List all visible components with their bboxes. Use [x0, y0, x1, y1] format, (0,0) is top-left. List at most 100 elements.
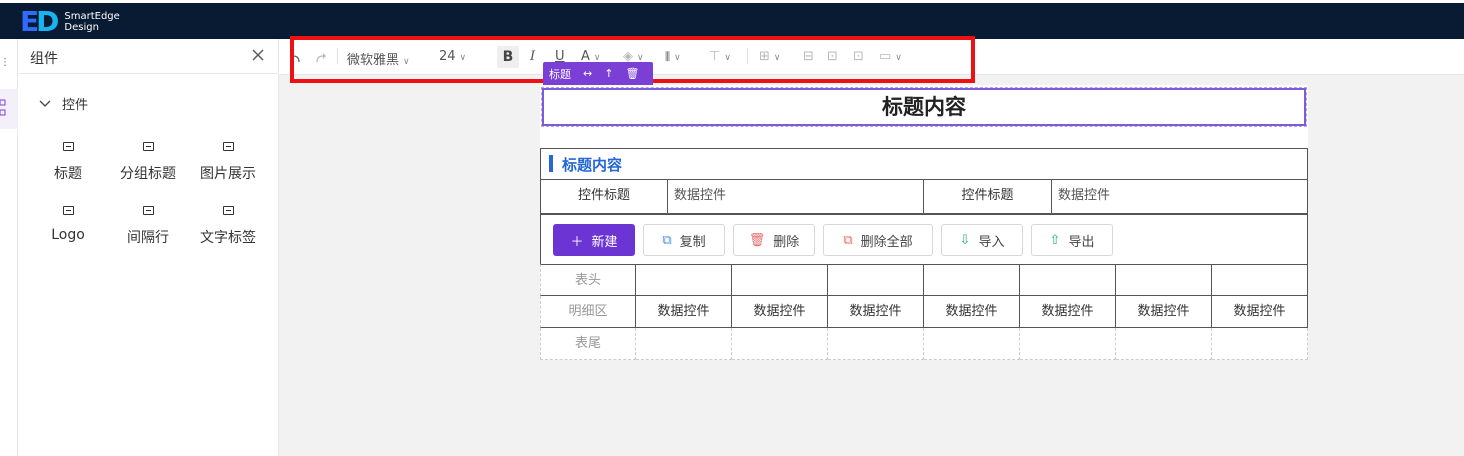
- widget-label: 标题: [54, 166, 82, 182]
- grid-cell[interactable]: [636, 328, 732, 360]
- font-family-select[interactable]: 微软雅黑 ∨: [347, 49, 410, 68]
- delete-all-button[interactable]: ⧉ 删除全部: [823, 224, 933, 256]
- font-size-value: 24: [439, 49, 456, 64]
- widget-logo[interactable]: Logo: [28, 206, 108, 243]
- insert-row-button[interactable]: ⊡: [853, 49, 864, 64]
- merge-cells-button[interactable]: ⊟: [803, 49, 814, 64]
- grid-cell[interactable]: [828, 328, 924, 360]
- grid-cell[interactable]: [732, 328, 828, 360]
- toolbar-divider: [337, 48, 338, 64]
- group-toggle[interactable]: 控件: [38, 94, 88, 113]
- import-label: 导入: [978, 234, 1005, 250]
- grid-cell[interactable]: [636, 264, 732, 296]
- delete-all-icon: ⧉: [843, 232, 853, 248]
- widget-label: 图片展示: [200, 166, 256, 182]
- selection-tag[interactable]: 标题 ↔ ↑ 🗑: [543, 62, 653, 85]
- section-header[interactable]: 标题内容: [540, 148, 1308, 180]
- widget-title[interactable]: 标题: [28, 142, 108, 183]
- chevron-down-icon: ∨: [895, 53, 902, 63]
- text-widget-icon: [62, 142, 74, 151]
- grid-cell[interactable]: 数据控件: [636, 296, 732, 328]
- merge-icon: ⊟: [803, 49, 814, 64]
- export-button[interactable]: ⇧ 导出: [1031, 224, 1113, 256]
- delete-label: 删除: [773, 234, 800, 250]
- grid-header-row: 表头: [540, 264, 1308, 296]
- grid-cell[interactable]: [1212, 328, 1308, 360]
- font-size-select[interactable]: 24 ∨: [439, 49, 466, 64]
- brand-sub: Design: [64, 22, 99, 33]
- grid-detail-row: 明细区 数据控件 数据控件 数据控件 数据控件 数据控件 数据控件 数据控件: [540, 296, 1308, 328]
- field-label[interactable]: 控件标题: [541, 180, 668, 213]
- grid-cell[interactable]: [828, 264, 924, 296]
- move-up-icon[interactable]: ↑: [604, 67, 613, 80]
- close-icon[interactable]: [250, 47, 266, 63]
- widget-spacer[interactable]: 间隔行: [108, 206, 188, 247]
- copy-button[interactable]: ⧉ 复制: [643, 224, 725, 256]
- align-select[interactable]: ⫼ ∨: [665, 49, 681, 64]
- trash-icon[interactable]: 🗑: [625, 67, 639, 80]
- border-select[interactable]: ⊞ ∨: [759, 49, 781, 64]
- text-widget-icon: [222, 142, 234, 151]
- grid-cell[interactable]: [1116, 264, 1212, 296]
- title-block[interactable]: 标题内容: [541, 87, 1307, 127]
- new-button[interactable]: ＋ 新建: [553, 224, 635, 256]
- field-row: 控件标题 数据控件 控件标题 数据控件: [540, 180, 1308, 214]
- left-rail: ⋮: [0, 39, 18, 456]
- grid-footer-row: 表尾: [540, 328, 1308, 360]
- grid-cell[interactable]: [1020, 264, 1116, 296]
- export-icon: ⇧: [1049, 232, 1061, 248]
- border-icon: ⊞: [759, 49, 770, 64]
- rail-components-icon[interactable]: [0, 89, 18, 129]
- grid-cell[interactable]: [732, 264, 828, 296]
- grid-cell[interactable]: [1020, 328, 1116, 360]
- chevron-down-icon: ∨: [724, 53, 731, 63]
- split-icon: ⊡: [827, 49, 838, 64]
- brand-logo[interactable]: ED SmartEdge Design: [20, 8, 120, 36]
- grid-cell[interactable]: 数据控件: [1116, 296, 1212, 328]
- grid-cell[interactable]: 数据控件: [732, 296, 828, 328]
- widget-image[interactable]: 图片展示: [188, 142, 268, 183]
- align-center-icon: ⫼: [665, 50, 671, 63]
- grid-cell[interactable]: 数据控件: [828, 296, 924, 328]
- grid-cell[interactable]: [924, 328, 1020, 360]
- font-family-value: 微软雅黑: [347, 53, 400, 68]
- widget-label: Logo: [51, 227, 85, 243]
- chevron-down-icon: ∨: [674, 53, 681, 63]
- split-cells-button[interactable]: ⊡: [827, 49, 838, 64]
- grid-cell[interactable]: [1116, 328, 1212, 360]
- grid-cell[interactable]: [924, 264, 1020, 296]
- row-icon: ⊡: [853, 49, 864, 64]
- vertical-align-select[interactable]: ⊤ ∨: [709, 49, 731, 64]
- delete-button[interactable]: 🗑 删除: [733, 224, 815, 256]
- redo-icon[interactable]: [315, 52, 327, 64]
- widget-group-title[interactable]: 分组标题: [108, 142, 188, 183]
- grid-cell[interactable]: 数据控件: [1212, 296, 1308, 328]
- import-button[interactable]: ⇩ 导入: [941, 224, 1023, 256]
- grid-cell[interactable]: [1212, 264, 1308, 296]
- widget-label: 文字标签: [200, 230, 256, 246]
- field-value[interactable]: 数据控件: [668, 180, 924, 213]
- row-label-footer[interactable]: 表尾: [540, 328, 636, 360]
- copy-icon: ⧉: [662, 232, 672, 248]
- widget-text-label[interactable]: 文字标签: [188, 206, 268, 247]
- text-widget-icon: [142, 206, 154, 215]
- component-panel: 组件 控件 标题 分组标题 图片展示 Logo 间隔行 文字标签: [18, 39, 279, 456]
- row-label-detail[interactable]: 明细区: [540, 296, 636, 328]
- bold-button[interactable]: B: [497, 46, 519, 68]
- rail-dots-icon[interactable]: ⋮: [0, 57, 10, 68]
- button-row: ＋ 新建 ⧉ 复制 🗑 删除 ⧉ 删除全部 ⇩ 导入 ⇧ 导出: [540, 214, 1308, 264]
- grid-cell[interactable]: 数据控件: [924, 296, 1020, 328]
- grid-cell[interactable]: 数据控件: [1020, 296, 1116, 328]
- field-value[interactable]: 数据控件: [1052, 180, 1308, 213]
- row-label-header[interactable]: 表头: [540, 264, 636, 296]
- chevron-down-icon: ∨: [403, 57, 410, 67]
- text-widget-icon: [62, 206, 74, 215]
- undo-icon[interactable]: [289, 52, 301, 64]
- layout-select[interactable]: ▭ ∨: [879, 49, 902, 64]
- text-widget-icon: [222, 206, 234, 215]
- move-icon[interactable]: ↔: [583, 67, 592, 80]
- field-label[interactable]: 控件标题: [924, 180, 1052, 213]
- section-accent-bar: [549, 155, 553, 172]
- toolbar-divider: [747, 48, 748, 64]
- italic-button[interactable]: I: [530, 49, 535, 64]
